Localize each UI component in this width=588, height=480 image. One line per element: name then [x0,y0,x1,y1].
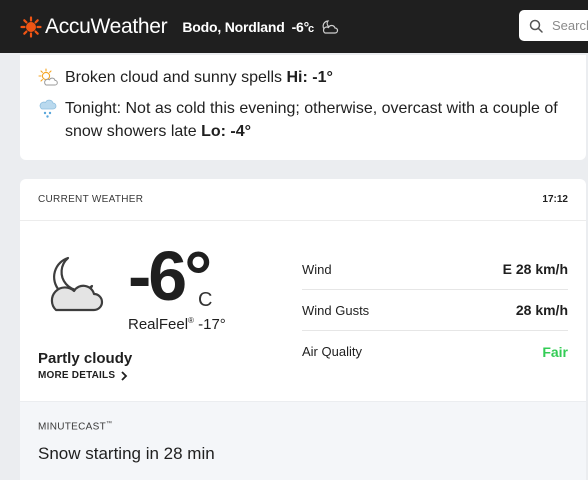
chevron-right-icon [121,370,128,381]
today-text: Broken cloud and sunny spells [65,69,283,86]
hi-label: Hi: [286,69,308,86]
detail-value: E 28 km/h [502,261,568,277]
search-icon [529,19,543,33]
current-weather-card[interactable]: CURRENT WEATHER 17:12 -6° C RealFeel® -1… [20,179,586,401]
temperature-unit: C [198,289,213,311]
snow-cloud-icon [39,99,57,118]
minutecast-summary: Snow starting in 28 min [38,444,215,463]
tonight-text-wrap: Tonight: Not as cold this evening; other… [65,97,568,143]
detail-value: 28 km/h [515,302,568,318]
lo-label: Lo: [201,123,226,140]
tonight-text: Tonight: Not as cold this evening; other… [65,100,558,140]
sun-logo-icon [20,15,42,38]
air-quality-value: Fair [542,343,568,360]
top-header: AccuWeather Bodo, Nordland -6°c Search [0,0,588,53]
hi-value: -1° [312,69,333,86]
header-temp-unit: c [308,22,314,35]
current-location[interactable]: Bodo, Nordland -6°c [182,19,339,35]
minutecast-card[interactable]: MINUTECAST™ Snow starting in 28 min [20,402,586,480]
moon-cloud-small-icon [322,19,339,34]
forecast-summary-card: Broken cloud and sunny spells Hi: -1° To… [20,55,586,160]
minutecast-title: MINUTECAST™ [38,421,112,432]
weather-details-list: Wind E 28 km/h Wind Gusts 28 km/h Air Qu… [302,249,568,372]
sun-cloud-icon [38,68,58,86]
today-forecast: Broken cloud and sunny spells Hi: -1° [38,66,333,89]
minutecast-mark: ™ [106,421,113,427]
weather-phrase: Partly cloudy [38,350,133,367]
minutecast-title-text: MINUTECAST [38,421,106,433]
header-temp-wrap: -6°c [291,18,315,35]
search-placeholder: Search [552,18,588,33]
moon-cloud-icon [50,256,104,312]
detail-row-wind: Wind E 28 km/h [302,249,568,290]
realfeel-label: RealFeel [128,316,189,333]
search-box[interactable]: Search [519,10,588,41]
brand-name: AccuWeather [45,14,168,38]
tonight-forecast: Tonight: Not as cold this evening; other… [38,97,568,143]
realfeel-line: RealFeel® -17° [128,316,226,333]
current-time: 17:12 [542,194,568,205]
detail-label: Wind [302,261,332,277]
lo-value: -4° [230,123,252,140]
realfeel-mark: ® [188,316,194,325]
current-weather-header: CURRENT WEATHER 17:12 [20,179,586,221]
accuweather-logo[interactable]: AccuWeather [20,14,168,39]
detail-label: Wind Gusts [302,302,370,318]
detail-row-air-quality[interactable]: Air Quality Fair [302,331,568,372]
location-name: Bodo, Nordland [182,18,285,35]
detail-row-wind-gusts: Wind Gusts 28 km/h [302,290,568,331]
detail-label: Air Quality [302,344,362,359]
header-temp: -6° [291,18,310,35]
current-weather-title: CURRENT WEATHER [38,194,144,205]
more-details-link[interactable]: MORE DETAILS [38,370,128,381]
today-text-wrap: Broken cloud and sunny spells Hi: -1° [65,66,333,89]
more-details-label: MORE DETAILS [38,370,116,381]
realfeel-value: -17° [198,316,226,333]
